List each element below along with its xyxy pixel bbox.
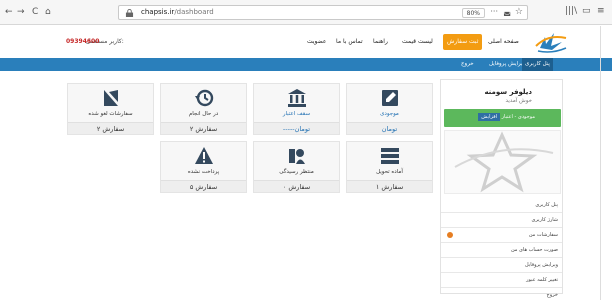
user-wait-icon xyxy=(289,149,305,164)
sidebar-item-edit-profile[interactable]: ویرایش پروفایل xyxy=(441,258,562,273)
address-bar[interactable]: chapsis.ir/dashboard 80% ··· ◛ ☆ xyxy=(118,5,528,20)
more-icon[interactable]: ··· xyxy=(490,7,498,16)
sidebar-toggle-icon[interactable]: ▭ xyxy=(582,6,591,16)
menu-item-help[interactable]: راهنما xyxy=(373,36,388,48)
tile-value: ۲ سفارش xyxy=(161,122,246,134)
tile-value: ۵ سفارش xyxy=(161,180,246,192)
sidebar-item-user-panel[interactable]: پنل کاربری xyxy=(441,198,562,213)
sidebar-item-invoices[interactable]: صورت حساب های من xyxy=(441,243,562,258)
tile-ready[interactable]: آماده تحویل ۱ سفارش xyxy=(346,141,433,193)
sidebar-item-charge[interactable]: شارژ کاربری xyxy=(441,213,562,228)
watermark-logo xyxy=(454,131,554,193)
profile-image xyxy=(444,130,561,194)
sidebar-item-label: سفارشات من xyxy=(528,232,558,238)
site-logo[interactable] xyxy=(532,28,570,56)
profile-name: دیلوفر سومنه xyxy=(484,88,532,96)
tile-value: ۱ سفارش xyxy=(347,180,432,192)
warning-icon xyxy=(195,147,213,164)
nav-user-panel[interactable]: پنل کاربری xyxy=(522,58,553,71)
history-icon xyxy=(195,89,214,107)
tile-title: آماده تحویل xyxy=(376,169,403,175)
menu-icon[interactable]: ≡ xyxy=(597,6,605,16)
menu-item-contact[interactable]: تماس با ما xyxy=(336,36,363,48)
menu-item-home[interactable]: صفحه اصلی xyxy=(488,36,519,48)
profile-role: خوش آمدید xyxy=(505,98,532,104)
browser-toolbar: ← → C ⌂ chapsis.ir/dashboard 80% ··· ◛ ☆… xyxy=(0,0,612,25)
increase-button[interactable]: افزایش xyxy=(478,113,500,121)
switch-separator: - xyxy=(514,114,517,120)
lock-icon xyxy=(125,9,134,17)
nav-logout[interactable]: خروج xyxy=(458,58,477,71)
home-icon[interactable]: ⌂ xyxy=(45,7,51,17)
switch-balance[interactable]: موجودی xyxy=(518,114,535,120)
tile-title: در حال انجام xyxy=(188,111,219,117)
tile-title: موجودی xyxy=(380,111,399,117)
edit-icon xyxy=(382,90,398,106)
tile-cancelled[interactable]: سفارشات لغو شده ۲ سفارش xyxy=(67,83,154,135)
tile-balance[interactable]: موجودی تومان xyxy=(346,83,433,135)
cancel-icon xyxy=(104,90,118,106)
bookmark-star-icon[interactable]: ☆ xyxy=(515,7,523,17)
url-text: chapsis.ir/dashboard xyxy=(141,8,214,16)
tile-credit-limit[interactable]: سقف اعتبار -----تومان xyxy=(253,83,340,135)
tile-title: سقف اعتبار xyxy=(282,111,311,117)
sidebar-item-my-orders[interactable]: سفارشات من xyxy=(441,228,562,243)
sidebar-item-logout[interactable]: خروج xyxy=(441,288,562,300)
user-sidebar: دیلوفر سومنه خوش آمدید موجودی - اعتبار ا… xyxy=(440,79,563,298)
balance-panel: موجودی - اعتبار افزایش xyxy=(444,109,561,127)
pocket-icon[interactable]: ◛ xyxy=(503,7,511,16)
site-header: کاربر مستعمل: 09394600 عضویت تماس با ما … xyxy=(0,26,612,56)
reload-icon[interactable]: C xyxy=(32,7,38,17)
balance-switch[interactable]: موجودی - اعتبار افزایش xyxy=(478,113,535,121)
switch-credit[interactable]: اعتبار xyxy=(502,114,513,120)
forward-icon[interactable]: → xyxy=(17,7,25,17)
tile-pending[interactable]: منتظر رسیدگی ۰ سفارش xyxy=(253,141,340,193)
page-border xyxy=(600,26,601,300)
menu-item-order[interactable]: ثبت سفارش xyxy=(443,34,483,50)
tile-in-progress[interactable]: در حال انجام ۲ سفارش xyxy=(160,83,247,135)
back-icon[interactable]: ← xyxy=(5,7,13,17)
notification-badge xyxy=(447,232,453,238)
tile-unpaid[interactable]: پرداخت نشده ۵ سفارش xyxy=(160,141,247,193)
zoom-indicator[interactable]: 80% xyxy=(461,8,485,18)
sidebar-item-change-password[interactable]: تغییر کلمه عبور xyxy=(441,273,562,288)
user-name: 09394600 xyxy=(66,38,100,45)
tile-value: تومان xyxy=(347,122,432,134)
tile-value: ۲ سفارش xyxy=(68,122,153,134)
tile-value: -----تومان xyxy=(254,122,339,134)
list-icon xyxy=(381,148,399,164)
library-icon[interactable]: |||\ xyxy=(565,6,577,16)
tile-value: ۰ سفارش xyxy=(254,180,339,192)
menu-item-price-list[interactable]: لیست قیمت xyxy=(402,36,433,48)
menu-item-membership[interactable]: عضویت xyxy=(307,36,326,48)
tile-title: پرداخت نشده xyxy=(187,169,220,175)
user-nav-bar: خروج ویرایش پروفایل پنل کاربری xyxy=(0,58,612,71)
tile-title: منتظر رسیدگی xyxy=(279,169,314,175)
tile-title: سفارشات لغو شده xyxy=(88,111,133,117)
bank-icon xyxy=(288,89,306,107)
